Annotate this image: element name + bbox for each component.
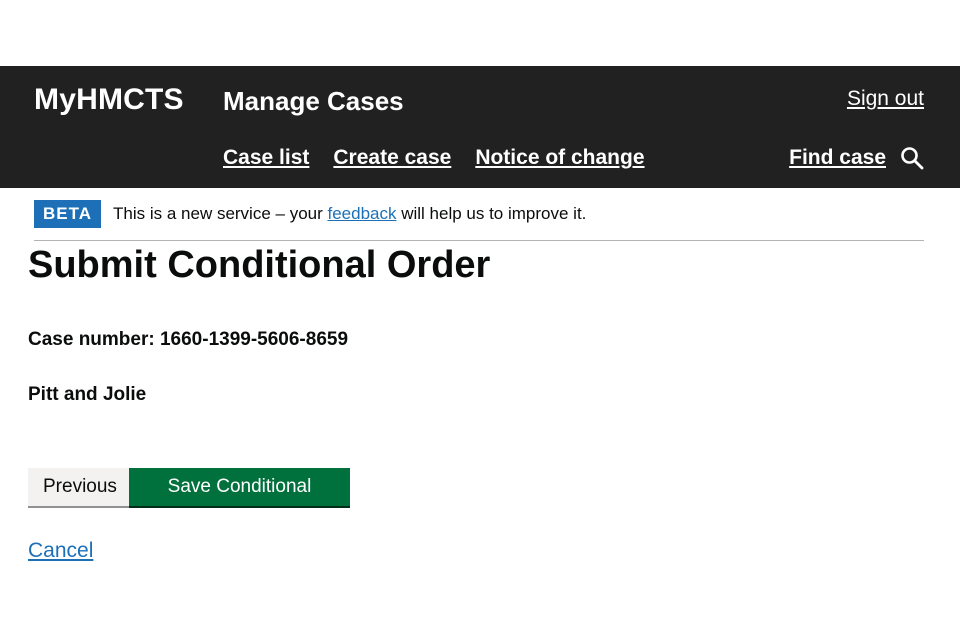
case-name: Pitt and Jolie xyxy=(28,384,147,405)
nav-case-list[interactable]: Case list xyxy=(223,146,309,170)
phase-banner-text: This is a new service – your feedback wi… xyxy=(113,200,586,228)
search-icon[interactable] xyxy=(900,146,924,170)
cancel-link[interactable]: Cancel xyxy=(28,539,93,563)
phase-banner: BETA This is a new service – your feedba… xyxy=(34,200,924,241)
nav-notice-of-change[interactable]: Notice of change xyxy=(475,146,644,170)
page: MyHMCTS Manage Cases Sign out Case list … xyxy=(0,0,960,640)
beta-tag: BETA xyxy=(34,200,102,228)
button-row: Previous Save Conditional Order xyxy=(28,468,350,535)
save-conditional-order-button[interactable]: Save Conditional Order xyxy=(129,468,350,535)
primary-nav: Case list Create case Notice of change xyxy=(223,146,645,170)
previous-button[interactable]: Previous xyxy=(28,468,129,506)
banner-text-before: This is a new service – your xyxy=(113,204,328,223)
case-number: Case number: 1660-1399-5606-8659 xyxy=(28,329,349,350)
page-title: Submit Conditional Order xyxy=(28,244,491,286)
feedback-link[interactable]: feedback xyxy=(327,204,396,223)
logo: MyHMCTS xyxy=(34,83,184,116)
sign-out-link[interactable]: Sign out xyxy=(847,87,924,111)
banner-text-after: will help us to improve it. xyxy=(396,204,587,223)
find-case-link[interactable]: Find case xyxy=(789,146,886,170)
find-case[interactable]: Find case xyxy=(789,146,924,170)
header: MyHMCTS Manage Cases Sign out Case list … xyxy=(0,66,960,188)
service-name: Manage Cases xyxy=(223,86,404,116)
nav-create-case[interactable]: Create case xyxy=(333,146,451,170)
